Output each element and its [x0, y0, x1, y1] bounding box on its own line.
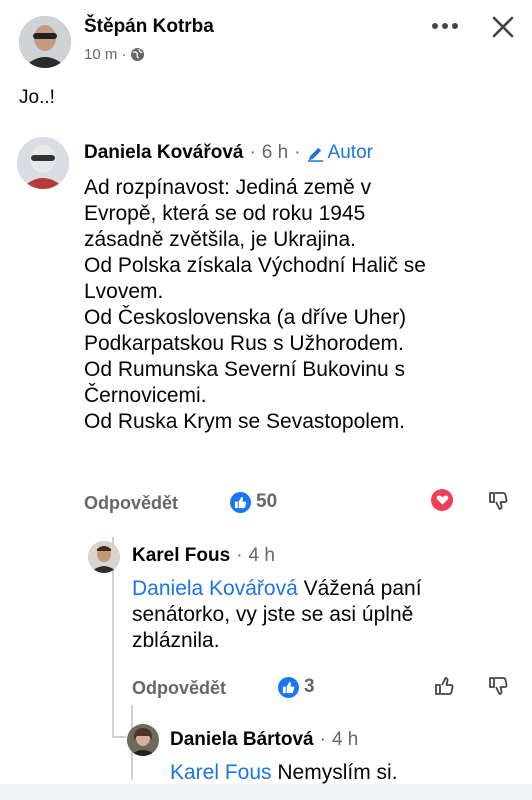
avatar-photo: [19, 16, 71, 68]
comment-body: Ad rozpínavost: Jediná země v Evropě, kt…: [84, 175, 524, 435]
reply-author-name[interactable]: Daniela Bártová: [170, 729, 314, 751]
reply-button[interactable]: Odpovědět: [132, 678, 226, 699]
reply-line: Daniela Kovářová Vážená paní: [132, 576, 522, 602]
avatar-photo: [88, 541, 120, 573]
post-author-avatar[interactable]: [19, 16, 71, 68]
meta-separator: ·: [319, 729, 326, 750]
thumbs-down-icon[interactable]: [485, 673, 511, 699]
comment-line: Podkarpatskou Rus s Užhorodem.: [84, 332, 404, 355]
thumbs-up-outline-icon[interactable]: [431, 673, 457, 699]
comment-header: Daniela Kovářová · 6 h · Autor: [84, 142, 373, 164]
mention-link[interactable]: Daniela Kovářová: [132, 577, 298, 600]
comment-line: Od Ruska Krym se Sevastopolem.: [84, 410, 405, 433]
post-time[interactable]: 10 m: [84, 46, 117, 63]
post-author-name[interactable]: Štěpán Kotrba: [84, 16, 214, 38]
comment-line: Od Polska získala Východní Halič se: [84, 254, 426, 277]
avatar-photo: [127, 724, 159, 756]
reply-text: Vážená paní: [297, 577, 422, 600]
like-count[interactable]: 3: [278, 676, 315, 698]
more-horizontal-icon[interactable]: [428, 16, 462, 36]
thumbs-up-icon: [230, 491, 251, 513]
comment-line: Černovicemi.: [84, 384, 207, 407]
bottom-bar: [0, 784, 532, 800]
comment-line: Od Československa (a dříve Uher): [84, 306, 407, 329]
post-text: Jo..!: [19, 87, 55, 108]
avatar-photo: [17, 137, 69, 189]
comment-line: Lvovem.: [84, 280, 164, 303]
reply-author-avatar[interactable]: [88, 541, 120, 573]
love-reaction-button[interactable]: [431, 489, 453, 511]
meta-separator: ·: [249, 142, 256, 163]
reply-body: Karel Fous Nemyslím si.: [170, 760, 520, 786]
reply-line: zbláznila.: [132, 629, 220, 652]
author-badge-label: Autor: [327, 142, 373, 163]
meta-separator: ·: [294, 142, 301, 163]
comment-time[interactable]: 6 h: [262, 142, 288, 164]
pencil-icon: [307, 147, 323, 162]
thumbs-down-icon[interactable]: [485, 488, 511, 514]
close-icon[interactable]: [488, 12, 518, 42]
thread-line: [112, 736, 126, 738]
reply-button[interactable]: Odpovědět: [84, 493, 178, 514]
like-count-value: 50: [256, 491, 278, 512]
reply-line: senátorko, vy jste se asi úplně: [132, 603, 414, 626]
comment-line: Od Rumunska Severní Bukovinu s: [84, 358, 405, 381]
heart-icon: [431, 489, 453, 511]
reply-body: Daniela Kovářová Vážená paní senátorko, …: [132, 576, 522, 654]
mention-link[interactable]: Karel Fous: [170, 761, 272, 784]
comment-line: zásadně zvětšila, je Ukrajina.: [84, 228, 356, 251]
like-count[interactable]: 50: [230, 491, 277, 513]
globe-icon: [131, 47, 145, 62]
reply-author-avatar[interactable]: [127, 724, 159, 756]
reply-time[interactable]: 4 h: [332, 729, 358, 751]
comment-author-avatar[interactable]: [17, 137, 69, 189]
meta-separator: ·: [121, 46, 127, 63]
reply-text: Nemyslím si.: [271, 761, 398, 784]
meta-separator: ·: [236, 545, 243, 566]
reply-author-name[interactable]: Karel Fous: [132, 545, 230, 567]
comment-line: Evropě, která se od roku 1945: [84, 202, 366, 225]
thumbs-up-icon: [278, 676, 299, 698]
reply-header: Karel Fous · 4 h: [132, 545, 275, 567]
reply-header: Daniela Bártová · 4 h: [170, 729, 358, 751]
like-count-value: 3: [304, 676, 315, 697]
post-meta: 10 m ·: [84, 46, 145, 63]
comment-line: Ad rozpínavost: Jediná země v: [84, 176, 372, 199]
comment-author-name[interactable]: Daniela Kovářová: [84, 142, 243, 164]
author-badge: Autor: [307, 142, 373, 164]
reply-time[interactable]: 4 h: [249, 545, 275, 567]
